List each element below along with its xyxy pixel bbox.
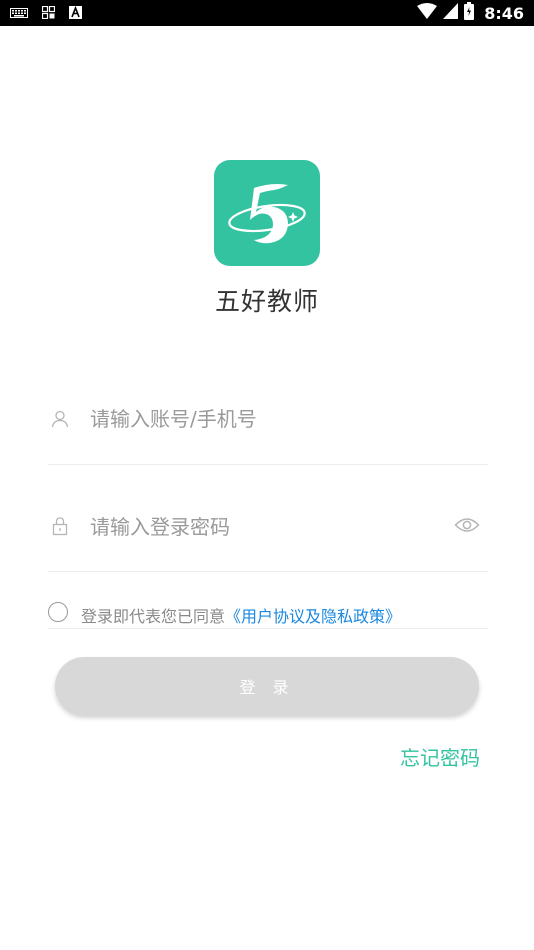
wifi-icon — [417, 3, 438, 23]
status-bar: 8:46 — [0, 0, 534, 26]
user-icon — [50, 409, 70, 429]
status-left-icons — [10, 4, 82, 22]
keyboard-icon — [10, 4, 28, 23]
grid-icon — [41, 4, 56, 23]
account-input[interactable] — [90, 405, 470, 433]
app-name: 五好教师 — [214, 287, 319, 316]
lock-icon — [50, 516, 70, 536]
login-button[interactable]: 登 录 — [55, 657, 479, 715]
eye-icon[interactable] — [454, 514, 480, 536]
agreement-row: 登录即代表您已同意《用户协议及隐私政策》 — [48, 602, 488, 629]
app-logo — [214, 160, 320, 266]
agreement-link[interactable]: 《用户协议及隐私政策》 — [225, 607, 401, 626]
status-time: 8:46 — [484, 3, 524, 23]
status-right-icons: 8:46 — [417, 2, 524, 24]
agreement-text: 登录即代表您已同意《用户协议及隐私政策》 — [81, 603, 401, 627]
agreement-checkbox[interactable] — [48, 602, 68, 622]
account-field-row — [48, 390, 488, 465]
battery-icon — [464, 2, 475, 24]
agreement-label: 登录即代表您已同意 — [81, 607, 226, 626]
signal-icon — [443, 3, 459, 23]
password-field-row — [48, 498, 488, 572]
forgot-password-link[interactable]: 忘记密码 — [400, 742, 480, 771]
password-input[interactable] — [90, 513, 430, 541]
font-icon — [69, 4, 82, 23]
